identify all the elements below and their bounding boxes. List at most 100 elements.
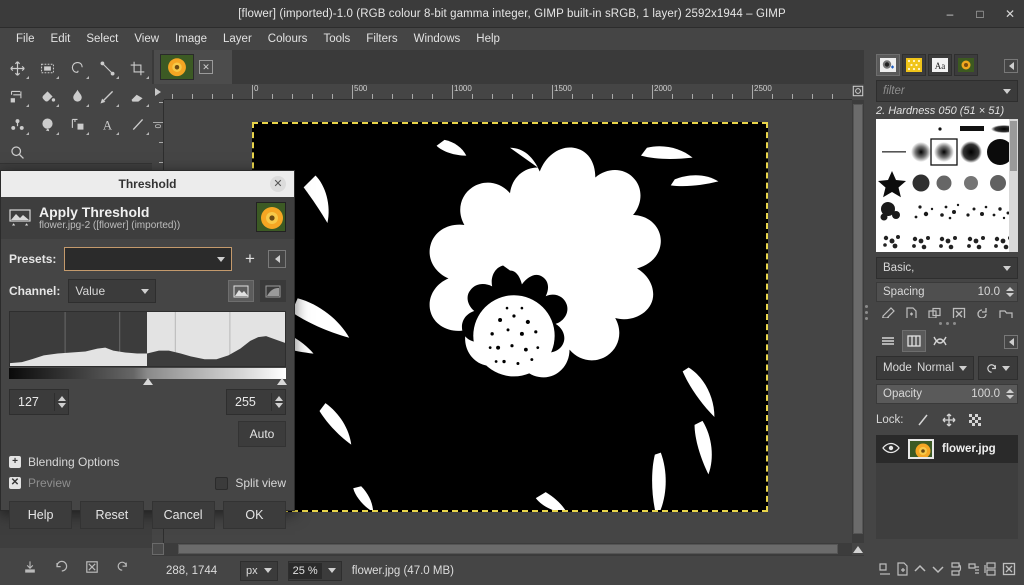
zoom-image-button[interactable] [852,84,864,98]
layers-dock-menu-button[interactable] [1004,335,1018,349]
horizontal-ruler[interactable]: 0 500 1000 1500 2000 2500 [164,84,852,100]
new-layer-icon[interactable] [878,562,892,576]
new-layer-group-icon[interactable] [896,562,910,576]
patterns-tab[interactable] [902,54,926,76]
delete-layer-icon[interactable] [1002,562,1016,576]
menu-filters[interactable]: Filters [358,31,405,47]
delete-tool-preset-icon[interactable] [84,559,100,575]
high-threshold-field[interactable]: 255 [226,389,286,415]
split-view-toggle[interactable]: Split view [215,476,286,490]
menu-edit[interactable]: Edit [43,31,79,47]
menu-file[interactable]: File [8,31,43,47]
reset-button[interactable]: Reset [80,501,144,529]
menu-select[interactable]: Select [78,31,126,47]
split-view-checkbox[interactable] [215,476,229,490]
brushes-tab[interactable] [876,54,900,76]
linear-histogram-button[interactable] [228,280,254,302]
add-preset-button[interactable]: + [240,249,260,269]
lock-alpha-icon[interactable] [968,413,982,427]
low-threshold-handle[interactable] [143,378,153,385]
vertical-scrollbar[interactable] [852,100,864,555]
document-history-tab[interactable] [954,54,978,76]
zoom-tool[interactable] [2,138,32,166]
image-tab-flower[interactable]: ✕ [154,50,232,84]
smudge-tool[interactable] [62,82,92,110]
close-button[interactable]: ✕ [1002,6,1018,22]
paths-tab[interactable] [928,330,952,352]
layer-list[interactable]: flower.jpg [876,435,1018,539]
channels-tab[interactable] [902,330,926,352]
navigation-preview-button[interactable] [852,543,864,555]
layer-visibility-icon[interactable] [882,442,900,457]
menu-image[interactable]: Image [167,31,215,47]
text-tool[interactable]: A [92,110,122,138]
preview-checkbox[interactable]: ✕ [9,477,21,489]
ok-button[interactable]: OK [222,501,286,529]
lock-pixels-icon[interactable] [916,413,930,427]
logarithmic-histogram-button[interactable] [260,280,286,302]
minimize-button[interactable]: – [942,6,958,22]
transform-tool[interactable] [2,82,32,110]
layer-mode-selector[interactable]: Mode Normal [876,356,974,380]
menu-view[interactable]: View [126,31,167,47]
duplicate-layer-icon[interactable] [949,562,963,576]
brush-grid-scrollbar[interactable] [1009,119,1018,252]
crop-tool[interactable] [122,54,152,82]
fonts-tab[interactable]: Aa [928,54,952,76]
save-tool-preset-icon[interactable] [22,559,38,575]
layer-opacity-stepper[interactable] [1004,388,1015,400]
threshold-gradient-bar[interactable] [9,368,287,385]
ruler-origin-button[interactable] [152,84,164,100]
horizontal-scrollbar[interactable] [164,543,852,555]
move-tool[interactable] [2,54,32,82]
high-threshold-handle[interactable] [277,378,287,385]
brushes-dock-menu-button[interactable] [1004,59,1018,73]
raise-layer-icon[interactable] [913,562,927,576]
menu-colours[interactable]: Colours [260,31,316,47]
dialog-close-icon[interactable]: ✕ [270,176,286,192]
preset-menu-button[interactable] [268,250,286,268]
rectangle-select-tool[interactable] [32,54,62,82]
restore-tool-preset-icon[interactable] [53,559,69,575]
layers-tab[interactable] [876,330,900,352]
bucket-fill-tool[interactable] [32,82,62,110]
color-picker-tool[interactable] [2,110,32,138]
reset-tool-icon[interactable] [115,559,131,575]
menu-tools[interactable]: Tools [315,31,358,47]
presets-select[interactable] [64,247,232,271]
merge-down-icon[interactable] [984,562,998,576]
unit-selector[interactable]: px [240,560,278,581]
image-canvas[interactable] [252,122,768,512]
layer-mode-revert-button[interactable] [978,356,1018,380]
menu-layer[interactable]: Layer [215,31,260,47]
threshold-histogram[interactable] [9,311,286,367]
layer-row-flower[interactable]: flower.jpg [876,435,1018,463]
layer-opacity-field[interactable]: Opacity 100.0 [876,384,1018,404]
blur-tool[interactable] [32,110,62,138]
anchor-layer-icon[interactable] [967,562,981,576]
quickmask-toggle[interactable] [152,543,164,555]
paintbrush-tool[interactable] [122,110,152,138]
paths-tool[interactable] [92,54,122,82]
lower-layer-icon[interactable] [931,562,945,576]
zoom-selector[interactable]: 25 % [287,560,342,581]
channel-select[interactable]: Value [68,279,157,303]
measure-tool[interactable] [62,110,92,138]
low-threshold-stepper[interactable] [54,393,68,411]
cancel-button[interactable]: Cancel [151,501,215,529]
menu-help[interactable]: Help [468,31,508,47]
eraser-tool[interactable] [122,82,152,110]
brush-spacing-field[interactable]: Spacing 10.0 [876,282,1018,302]
pencil-tool[interactable] [92,82,122,110]
brush-grid[interactable] [876,119,1018,252]
blending-options-expander[interactable]: + Blending Options [9,455,286,469]
brush-set-selector[interactable]: Basic, [876,257,1018,279]
menu-windows[interactable]: Windows [406,31,469,47]
lock-position-icon[interactable] [942,413,956,427]
help-button[interactable]: Help [9,501,73,529]
auto-button[interactable]: Auto [238,421,286,447]
image-tab-close-icon[interactable]: ✕ [199,60,213,74]
high-threshold-stepper[interactable] [271,393,285,411]
low-threshold-field[interactable]: 127 [9,389,69,415]
brush-filter-input[interactable]: filter [876,80,1018,102]
